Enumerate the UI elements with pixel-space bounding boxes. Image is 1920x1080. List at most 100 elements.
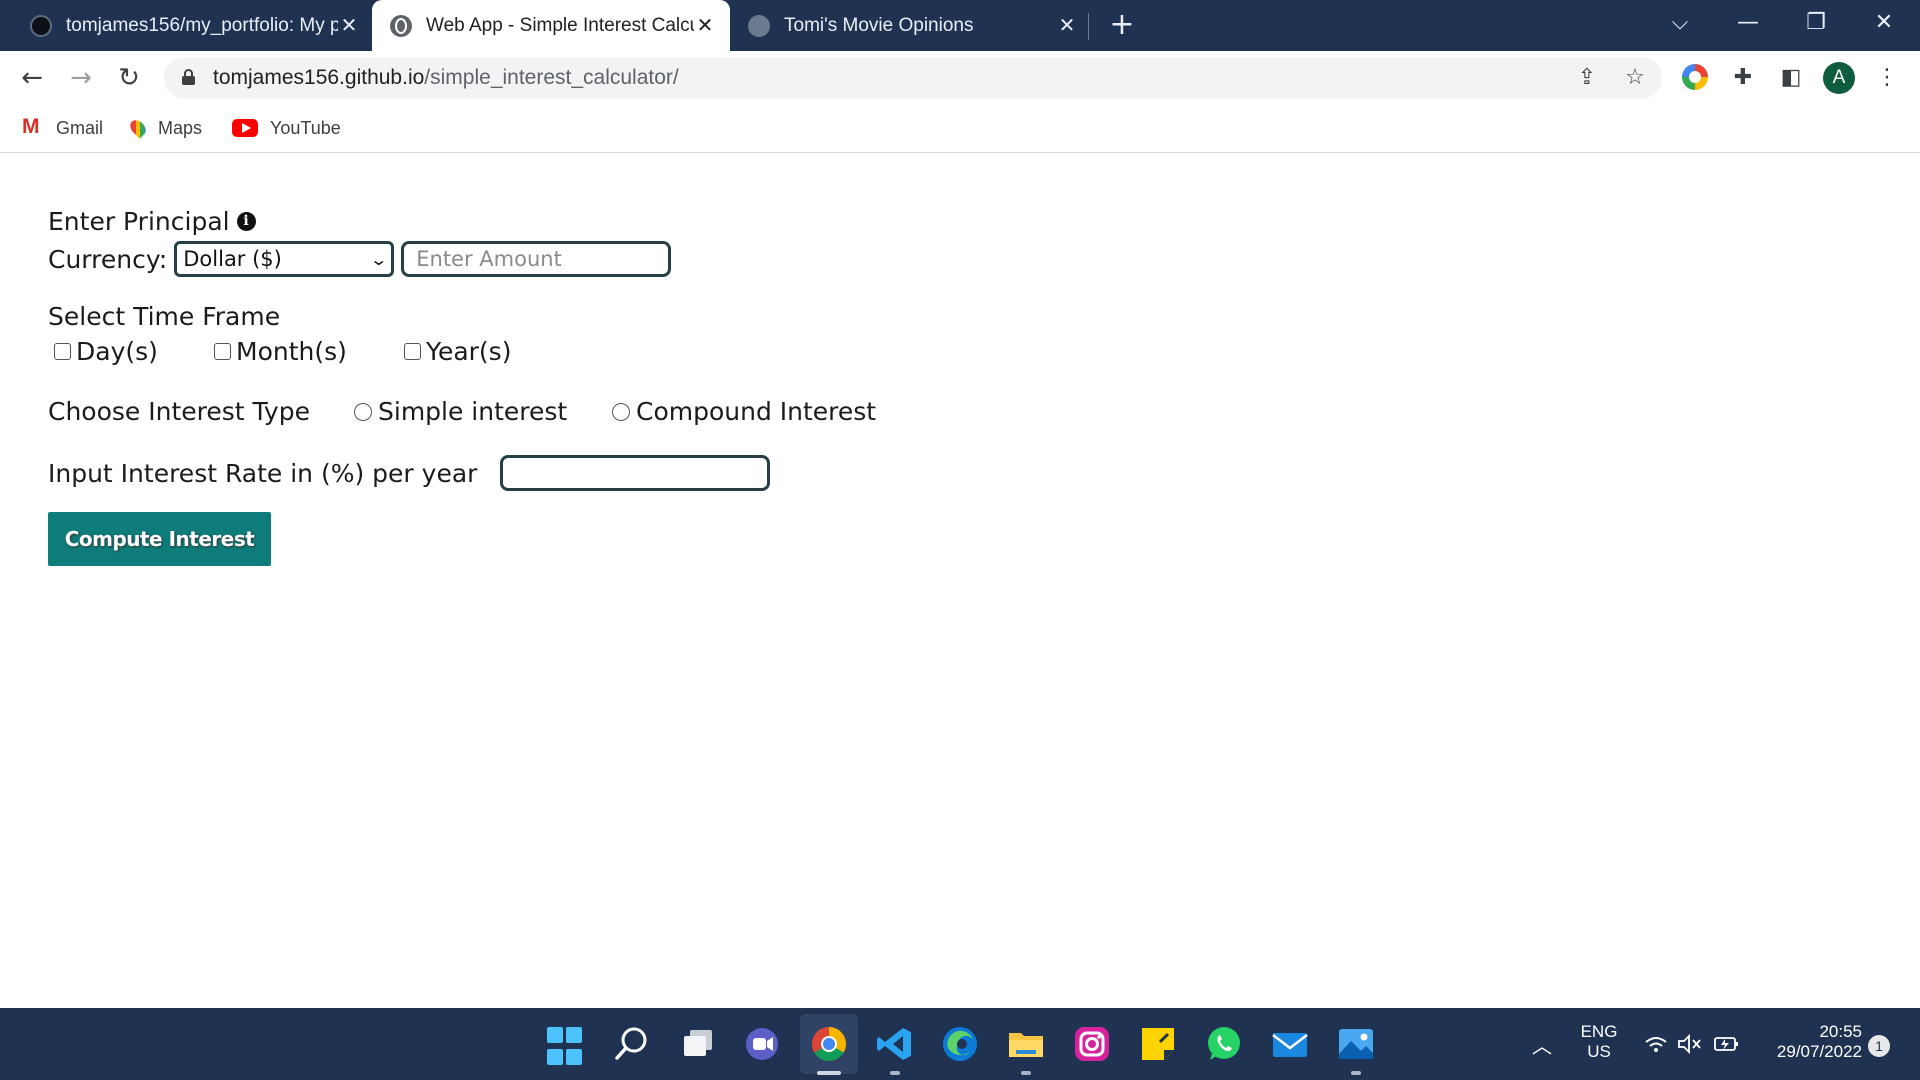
file-explorer-icon[interactable]	[1006, 1024, 1046, 1064]
back-button[interactable]: ←	[13, 59, 51, 97]
address-bar[interactable]: tomjames156.github.io/simple_interest_ca…	[164, 57, 1662, 99]
language-code: ENG	[1580, 1022, 1618, 1041]
close-tab-icon[interactable]: ✕	[338, 13, 360, 38]
side-panel-icon[interactable]: ◧	[1776, 63, 1806, 93]
compound-interest-radio[interactable]	[612, 402, 630, 421]
tab-search-chevron-icon[interactable]: ⌵	[1660, 6, 1700, 40]
tab-title: Tomi's Movie Opinions	[784, 14, 974, 36]
timeframe-options: Day(s) Month(s) Year(s)	[54, 337, 511, 366]
bookmark-maps[interactable]: Maps	[127, 113, 203, 143]
vscode-icon[interactable]	[875, 1024, 915, 1064]
tab-title: Web App - Simple Interest Calcul	[426, 14, 694, 36]
browser-toolbar: ← → ↻ tomjames156.github.io/simple_inter…	[0, 51, 1920, 105]
timeframe-years-option[interactable]: Year(s)	[404, 337, 511, 366]
extensions-puzzle-icon[interactable]: ✚	[1728, 63, 1758, 93]
interest-type-label: Choose Interest Type	[48, 397, 310, 426]
notification-badge[interactable]: 1	[1868, 1035, 1890, 1057]
menu-kebab-icon[interactable]: ⋮	[1872, 63, 1902, 93]
mail-icon[interactable]	[1270, 1024, 1310, 1064]
currency-selected-value: Dollar ($)	[183, 247, 282, 271]
chevron-down-icon: ⌄	[369, 249, 388, 269]
months-checkbox[interactable]	[214, 343, 231, 360]
close-tab-icon[interactable]: ✕	[1056, 13, 1078, 38]
gmail-icon	[22, 115, 44, 139]
photos-icon[interactable]	[1336, 1024, 1376, 1064]
chrome-icon[interactable]	[809, 1024, 849, 1064]
url-text[interactable]: tomjames156.github.io/simple_interest_ca…	[213, 57, 679, 99]
amount-placeholder: Enter Amount	[416, 247, 562, 271]
wifi-icon[interactable]	[1643, 1032, 1669, 1056]
compute-interest-button[interactable]: Compute Interest	[48, 512, 271, 566]
principal-heading-row: Enter Principal i	[48, 207, 256, 236]
tab-portfolio[interactable]: tomjames156/my_portfolio: My p ✕	[30, 0, 360, 51]
info-icon[interactable]: i	[236, 212, 256, 231]
region-code: US	[1587, 1042, 1611, 1061]
clock[interactable]: 20:55 29/07/2022	[1752, 1022, 1862, 1062]
chrome-running-indicator	[817, 1071, 841, 1075]
bookmark-gmail[interactable]: Gmail	[22, 113, 103, 143]
search-icon[interactable]	[612, 1024, 652, 1064]
principal-heading: Enter Principal	[48, 207, 230, 236]
youtube-icon	[232, 119, 258, 137]
tab-separator	[1088, 13, 1089, 40]
language-indicator[interactable]: ENG US	[1573, 1022, 1625, 1062]
timeframe-months-option[interactable]: Month(s)	[214, 337, 404, 366]
forward-button[interactable]: →	[62, 59, 100, 97]
amount-input[interactable]: Enter Amount	[401, 241, 672, 277]
rate-row: Input Interest Rate in (%) per year	[48, 455, 771, 491]
bookmark-label: Gmail	[56, 117, 104, 138]
bookmark-star-icon[interactable]: ☆	[1622, 65, 1648, 91]
interest-rate-input[interactable]	[500, 455, 771, 491]
photos-running-indicator	[1351, 1071, 1361, 1075]
globe-icon	[390, 14, 412, 37]
currency-label: Currency:	[48, 244, 168, 274]
windows-taskbar: ︿ ENG US 20:55 29/07/2022	[0, 1008, 1920, 1080]
lock-icon[interactable]	[182, 69, 195, 85]
new-tab-button[interactable]: +	[1108, 8, 1136, 42]
simple-interest-option[interactable]: Simple interest	[354, 397, 612, 426]
battery-charging-icon[interactable]	[1712, 1032, 1740, 1056]
days-checkbox[interactable]	[54, 343, 71, 360]
sticky-notes-icon[interactable]	[1138, 1024, 1178, 1064]
bookmarks-bar: Gmail Maps YouTube	[0, 105, 1920, 153]
teams-chat-icon[interactable]	[742, 1024, 782, 1064]
currency-select[interactable]: Dollar ($) ⌄	[174, 241, 395, 277]
vscode-running-indicator	[890, 1071, 900, 1075]
tab-movie-opinions[interactable]: Tomi's Movie Opinions ✕	[748, 0, 1078, 51]
volume-muted-icon[interactable]	[1676, 1032, 1704, 1056]
clock-time: 20:55	[1819, 1022, 1862, 1041]
bookmark-youtube[interactable]: YouTube	[232, 113, 341, 143]
compound-interest-option[interactable]: Compound Interest	[612, 397, 876, 426]
years-checkbox[interactable]	[404, 343, 421, 360]
github-icon	[30, 14, 52, 37]
windows-start-icon[interactable]	[547, 1027, 587, 1067]
profile-avatar[interactable]: A	[1823, 62, 1855, 94]
bookmark-label: Maps	[158, 117, 203, 138]
simple-interest-radio[interactable]	[354, 402, 372, 421]
currency-row: Currency: Dollar ($) ⌄ Enter Amount	[48, 241, 672, 277]
maps-icon	[127, 117, 149, 139]
edge-icon[interactable]	[940, 1024, 980, 1064]
timeframe-heading: Select Time Frame	[48, 302, 281, 331]
bookmark-label: YouTube	[270, 117, 341, 138]
whatsapp-icon[interactable]	[1204, 1024, 1244, 1064]
restore-button[interactable]: ❐	[1796, 6, 1836, 40]
tray-chevron-up-icon[interactable]: ︿	[1530, 1030, 1554, 1058]
close-window-button[interactable]: ✕	[1864, 6, 1904, 40]
tab-strip: tomjames156/my_portfolio: My p ✕ Web App…	[0, 0, 1920, 51]
task-view-icon[interactable]	[678, 1024, 718, 1064]
timeframe-days-option[interactable]: Day(s)	[54, 337, 214, 366]
share-icon[interactable]: ⇪	[1574, 65, 1600, 91]
tab-simple-interest[interactable]: Web App - Simple Interest Calcul ✕	[372, 0, 730, 51]
simple-interest-label: Simple interest	[378, 397, 568, 426]
close-tab-icon[interactable]: ✕	[694, 13, 716, 38]
interest-type-row: Choose Interest Type Simple interest Com…	[48, 397, 876, 426]
instagram-icon[interactable]	[1072, 1024, 1112, 1064]
page-content: Enter Principal i Currency: Dollar ($) ⌄…	[0, 154, 1920, 1008]
extension-ring-icon[interactable]	[1682, 64, 1708, 90]
tab-title: tomjames156/my_portfolio: My p	[66, 14, 338, 36]
months-label: Month(s)	[236, 337, 347, 366]
reload-button[interactable]: ↻	[110, 59, 148, 97]
years-label: Year(s)	[426, 337, 512, 366]
minimize-button[interactable]: —	[1728, 6, 1768, 40]
